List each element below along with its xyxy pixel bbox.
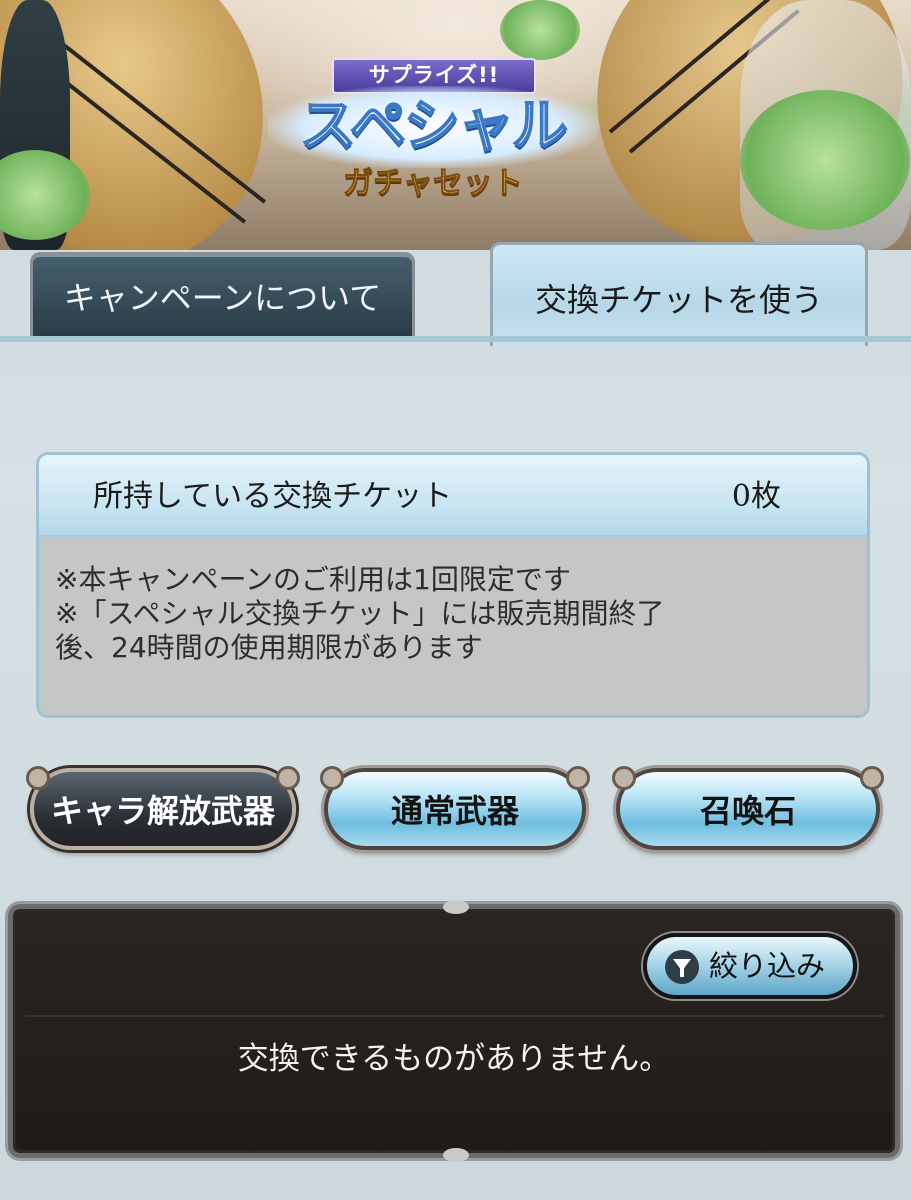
ticket-notes: ※本キャンペーンのご利用は1回限定です ※「スペシャル交換チケット」には販売期間… bbox=[39, 537, 867, 665]
ticket-panel-header: 所持している交換チケット 0枚 bbox=[39, 455, 867, 537]
button-ornament bbox=[320, 766, 344, 790]
button-ornament bbox=[612, 766, 636, 790]
logo-sub-text: ガチャセット bbox=[343, 166, 524, 202]
special-gacha-set-logo: サプライズ!! スペシャル ガチャセット bbox=[268, 58, 598, 208]
frame-ornament bbox=[443, 900, 469, 914]
ticket-label: 所持している交換チケット bbox=[93, 479, 453, 514]
ticket-info-panel: 所持している交換チケット 0枚 ※本キャンペーンのご利用は1回限定です ※「スペ… bbox=[36, 452, 870, 718]
ticket-count: 0枚 bbox=[731, 479, 781, 514]
category-button-character-weapons[interactable]: キャラ解放武器 bbox=[26, 766, 300, 850]
button-ornament bbox=[276, 766, 300, 790]
frame-ornament bbox=[443, 1148, 469, 1162]
category-label: 召喚石 bbox=[699, 792, 796, 830]
leaf-decoration bbox=[740, 90, 910, 230]
button-ornament bbox=[860, 766, 884, 790]
tab-underline bbox=[0, 336, 911, 342]
category-label: 通常武器 bbox=[390, 792, 519, 830]
campaign-banner: サプライズ!! スペシャル ガチャセット bbox=[0, 0, 911, 250]
category-button-normal-weapons[interactable]: 通常武器 bbox=[320, 766, 590, 850]
list-divider bbox=[25, 1015, 883, 1017]
logo-main-text: スペシャル bbox=[268, 86, 598, 168]
filter-funnel-icon bbox=[665, 950, 699, 984]
note-line: 後、24時間の使用期限があります bbox=[55, 631, 483, 664]
note-line: ※「スペシャル交換チケット」には販売期間終了 bbox=[55, 597, 665, 630]
category-button-summons[interactable]: 召喚石 bbox=[612, 766, 884, 850]
leaf-decoration bbox=[500, 0, 580, 60]
note-line: ※本キャンペーンのご利用は1回限定です bbox=[55, 563, 571, 596]
filter-button[interactable]: 絞り込み bbox=[643, 933, 857, 999]
button-ornament bbox=[566, 766, 590, 790]
tab-bar: キャンペーンについて 交換チケットを使う bbox=[0, 238, 911, 358]
button-ornament bbox=[26, 766, 50, 790]
filter-label: 絞り込み bbox=[709, 949, 826, 983]
category-label: キャラ解放武器 bbox=[50, 792, 275, 830]
exchange-list: 絞り込み 交換できるものがありません。 bbox=[8, 900, 900, 1162]
tab-use-ticket[interactable]: 交換チケットを使う bbox=[490, 242, 868, 346]
empty-list-message: 交換できるものがありません。 bbox=[237, 1041, 671, 1077]
tab-campaign-info[interactable]: キャンペーンについて bbox=[30, 252, 415, 336]
